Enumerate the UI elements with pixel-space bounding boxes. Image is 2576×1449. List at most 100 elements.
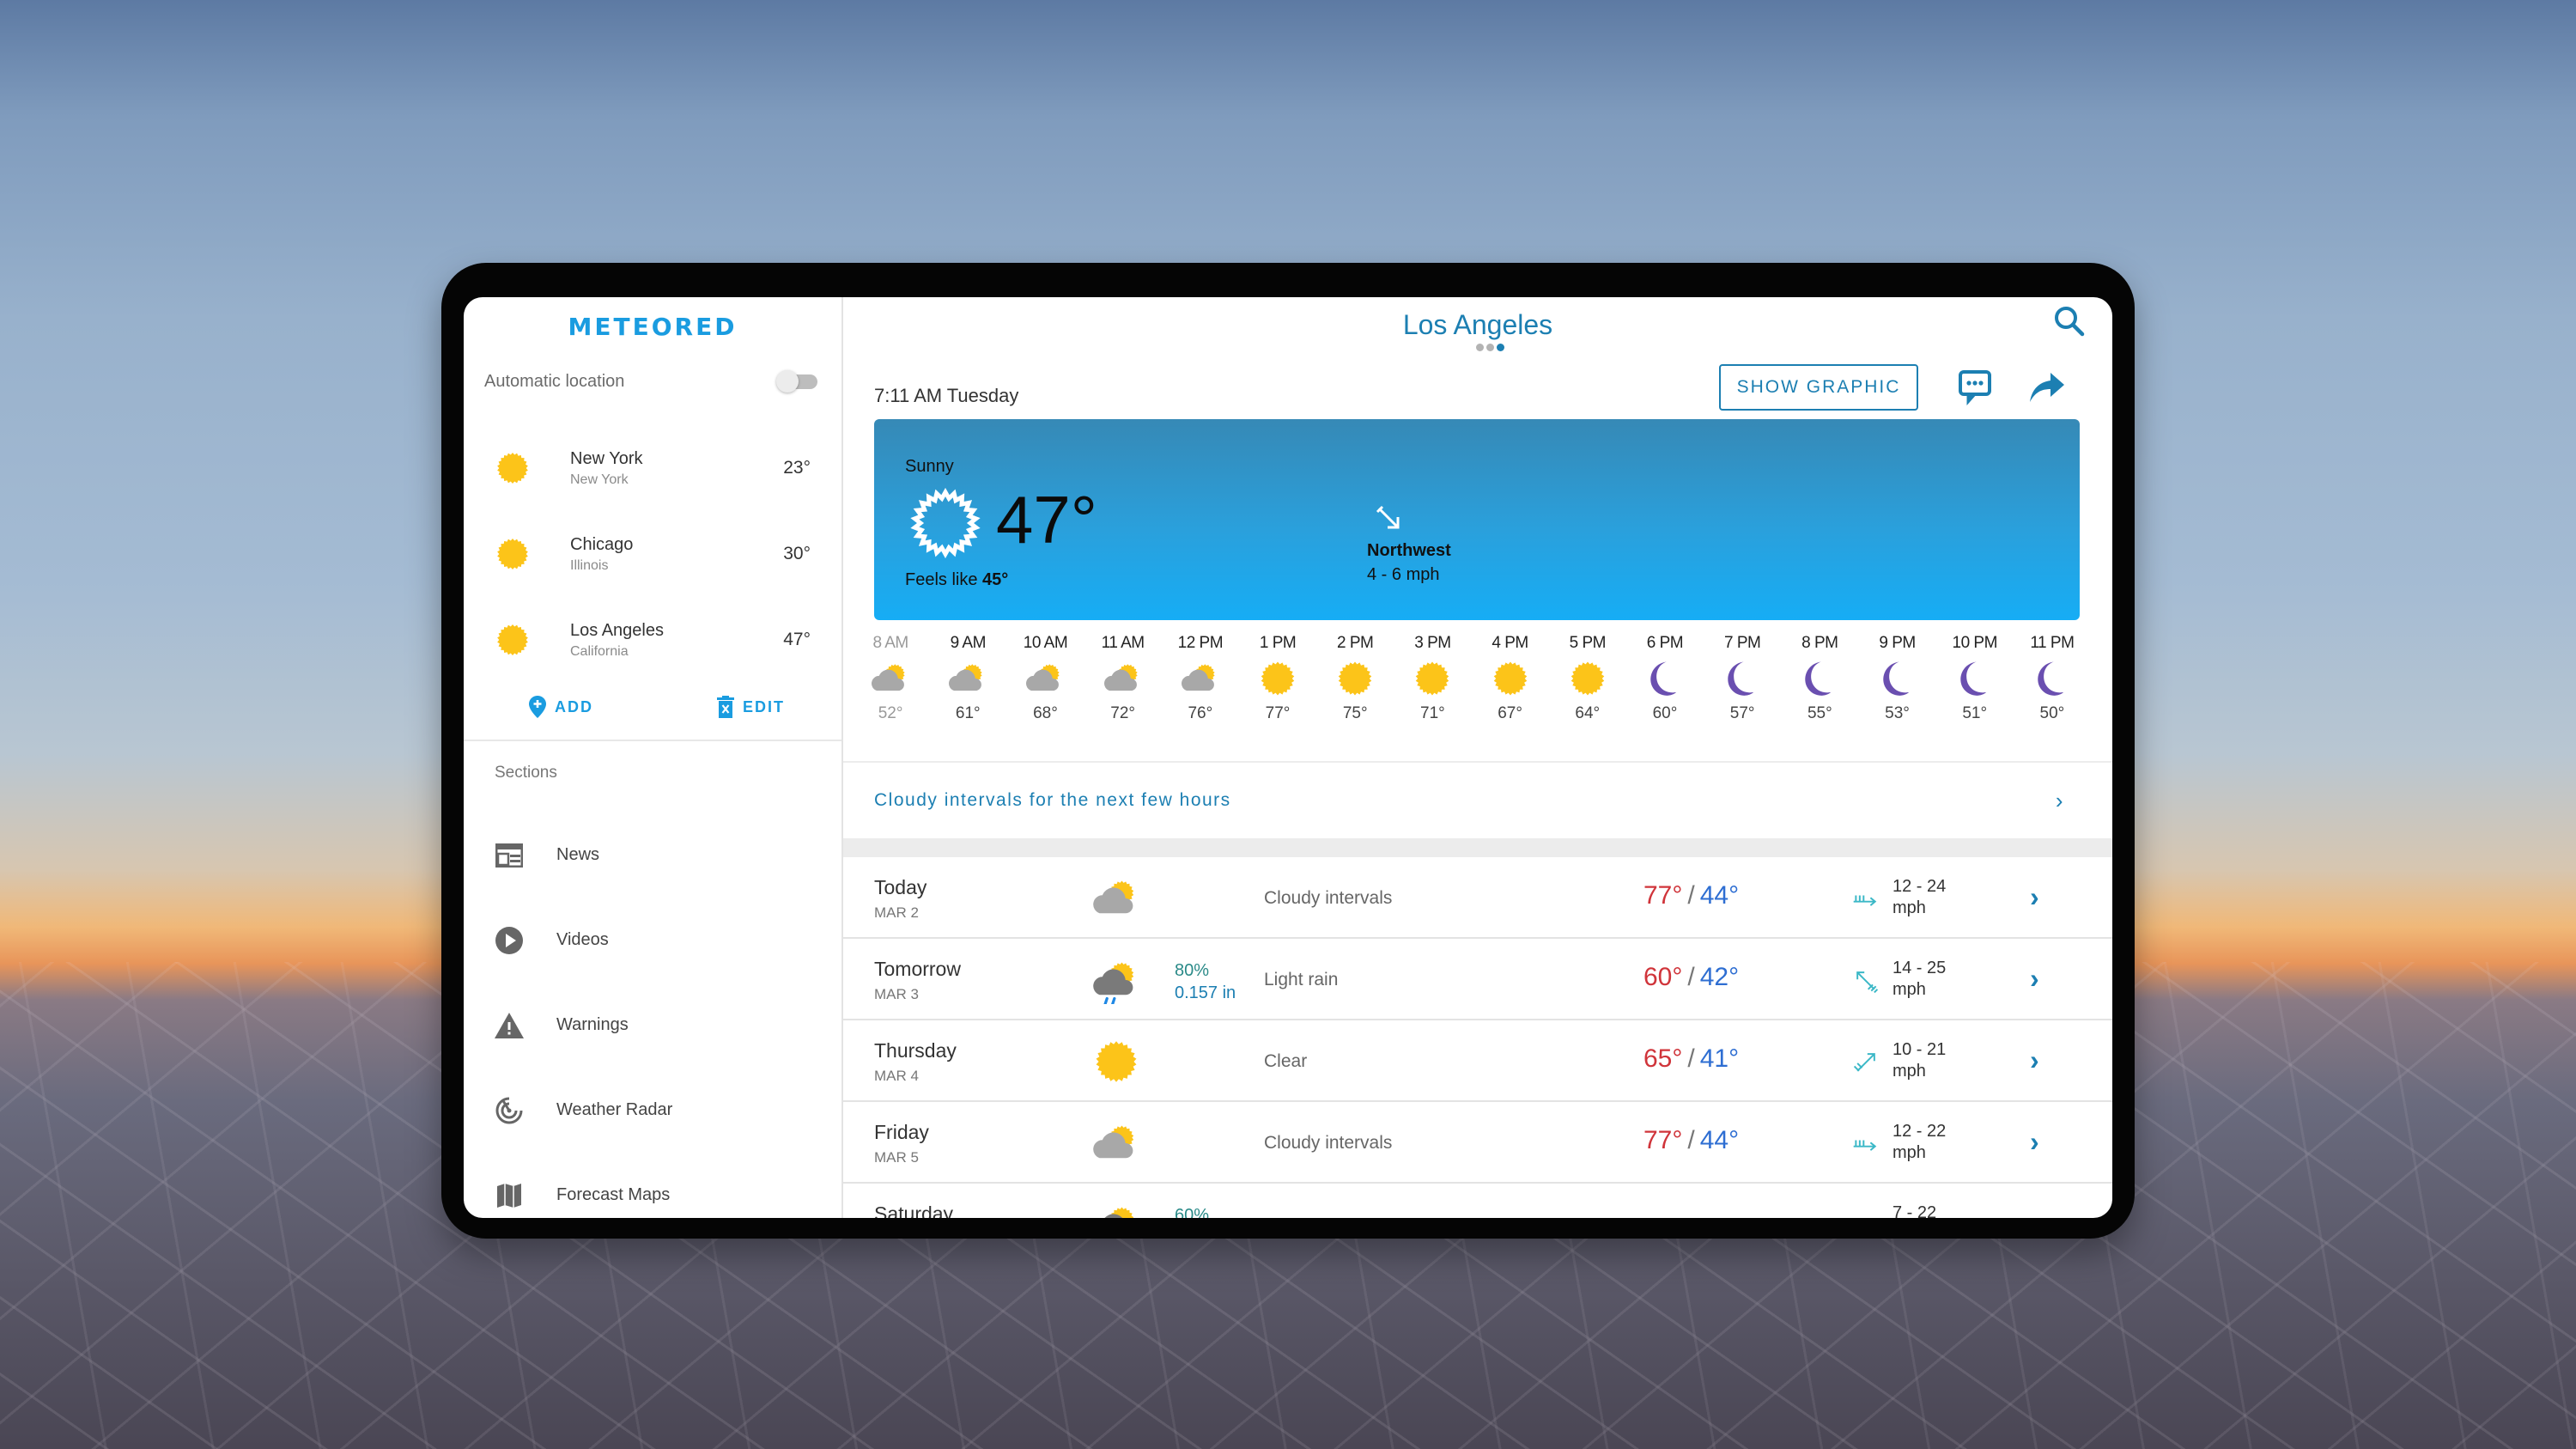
rain-cloud-sun-icon (1093, 962, 1134, 1006)
current-temperature: 47° (996, 482, 1097, 557)
hourly-forecast-strip[interactable]: 8 AM 52° 9 AM 61° 10 AM 68° 11 AM 72° 12 PM 76° 1 … (852, 634, 2097, 737)
hour-icon (1858, 656, 1935, 701)
day-weather-icon (1092, 1038, 1140, 1086)
moon-icon (2038, 661, 2064, 696)
hour-label: 9 AM (950, 634, 987, 652)
sun-outline-icon (910, 488, 981, 558)
location-item-los-angeles[interactable]: Los Angeles California 47° (464, 597, 841, 683)
sun-icon (1096, 1041, 1137, 1082)
page-dot-active[interactable] (1497, 344, 1504, 351)
comments-button[interactable] (1956, 368, 1994, 405)
hour-label: 6 PM (1646, 634, 1684, 652)
location-region: New York (570, 472, 629, 487)
high-temp: 77° (1643, 1126, 1683, 1154)
section-item-news[interactable]: News (464, 813, 841, 898)
cloud-sun-icon (1093, 1125, 1134, 1159)
hour-item[interactable]: 7 PM 57° (1704, 634, 1781, 737)
hour-item[interactable]: 10 AM 68° (1006, 634, 1084, 737)
hour-item[interactable]: 8 AM 52° (852, 634, 929, 737)
hour-label: 10 AM (1023, 634, 1068, 652)
moon-icon (1805, 661, 1832, 696)
hour-item[interactable]: 9 AM 61° (929, 634, 1006, 737)
sun-icon (1338, 661, 1372, 696)
section-item-forecast-maps[interactable]: Forecast Maps (464, 1153, 841, 1218)
hour-icon (852, 656, 929, 701)
hour-item[interactable]: 4 PM 67° (1472, 634, 1549, 737)
chat-icon (1959, 370, 1991, 405)
precipitation: 80% 0.157 in (1175, 959, 1236, 1004)
day-weather-icon (1092, 1201, 1140, 1218)
day-name: Friday (874, 1121, 929, 1143)
moon-icon (1728, 661, 1754, 696)
hour-label: 11 AM (1101, 634, 1145, 652)
moon-icon (1960, 661, 1986, 696)
current-conditions-card: Sunny 47° Feels like 45° Northwest 4 - 6… (874, 419, 2080, 620)
hour-item[interactable]: 8 PM 55° (1781, 634, 1858, 737)
daily-row[interactable]: Friday MAR 5 Cloudy intervals 77°/44° 12 - 2… (843, 1102, 2112, 1184)
forecast-summary-link[interactable]: Cloudy intervals for the next few hours … (843, 761, 2112, 838)
section-item-weather-radar[interactable]: Weather Radar (464, 1068, 841, 1153)
wind-range: 14 - 25 (1893, 959, 1947, 977)
feels-like-value: 45° (982, 570, 1009, 589)
low-temp: 41° (1699, 1044, 1740, 1073)
wind-speed-range: 14 - 25 mph (1893, 958, 1946, 1001)
page-dot[interactable] (1486, 344, 1494, 351)
app-screen: METEORED Automatic location New York New… (464, 297, 2112, 1218)
wind-icon (1850, 966, 1882, 995)
cloud-sun-icon (872, 664, 905, 691)
share-button[interactable] (2028, 368, 2066, 405)
precip-probability: 60% (1175, 1206, 1210, 1218)
hour-item[interactable]: 1 PM 77° (1239, 634, 1316, 737)
hour-item[interactable]: 12 PM 76° (1162, 634, 1239, 737)
temp-separator: / (1687, 881, 1695, 910)
rain-cloud-sun-icon (1104, 1207, 1134, 1218)
daily-row[interactable]: Today MAR 2 Cloudy intervals 77°/44° 12 - 24… (843, 857, 2112, 939)
hour-temp: 71° (1420, 704, 1445, 722)
hour-label: 2 PM (1337, 634, 1374, 652)
cloud-sun-icon (1026, 664, 1060, 691)
automatic-location-toggle[interactable] (776, 370, 817, 393)
day-condition: Clear (1264, 1051, 1308, 1071)
hour-icon (1626, 656, 1704, 701)
precip-amount: 0.157 in (1175, 983, 1236, 1002)
sun-icon (497, 452, 528, 484)
hour-item[interactable]: 3 PM 71° (1394, 634, 1471, 737)
hour-item[interactable]: 5 PM 64° (1549, 634, 1626, 737)
edit-locations-button[interactable]: EDIT (716, 696, 785, 718)
wind-unit: mph (1893, 980, 1926, 999)
hour-label: 10 PM (1952, 634, 1998, 652)
play-icon (495, 926, 524, 955)
daily-row[interactable]: Saturday 60% 7 - 22 (843, 1184, 2112, 1218)
location-item-chicago[interactable]: Chicago Illinois 30° (464, 511, 841, 597)
section-item-videos[interactable]: Videos (464, 898, 841, 983)
moon-icon (1650, 661, 1677, 696)
daily-row[interactable]: Thursday MAR 4 Clear 65°/41° 10 - 21 mph › (843, 1020, 2112, 1102)
section-label: Videos (556, 930, 609, 949)
day-date: MAR 3 (874, 986, 919, 1002)
wind-speed-range: 12 - 24 mph (1893, 876, 1946, 919)
add-location-button[interactable]: ADD (529, 696, 593, 718)
page-dot[interactable] (1476, 344, 1484, 351)
hour-item[interactable]: 11 AM 72° (1084, 634, 1162, 737)
hour-item[interactable]: 6 PM 60° (1626, 634, 1704, 737)
section-item-warnings[interactable]: Warnings (464, 983, 841, 1068)
day-condition: Light rain (1264, 970, 1339, 989)
daily-row[interactable]: Tomorrow MAR 3 80% 0.157 in Light rain 60°/42… (843, 939, 2112, 1020)
show-graphic-button[interactable]: SHOW GRAPHIC (1719, 364, 1918, 411)
wind-northeast-icon (1853, 1053, 1875, 1072)
feels-like: Feels like 45° (905, 570, 1008, 590)
sections-list: News Videos Warnings Weather Radar Forec… (464, 813, 841, 1218)
wind-range: 10 - 21 (1893, 1040, 1947, 1059)
low-temp: 44° (1699, 881, 1740, 910)
hour-icon (1936, 656, 2014, 701)
cloud-sun-icon (949, 664, 982, 691)
share-arrow-icon (2030, 373, 2064, 402)
hour-item[interactable]: 2 PM 75° (1316, 634, 1394, 737)
location-item-new-york[interactable]: New York New York 23° (464, 425, 841, 511)
sun-icon (1571, 661, 1605, 696)
hour-item[interactable]: 9 PM 53° (1858, 634, 1935, 737)
hour-item[interactable]: 10 PM 51° (1936, 634, 2014, 737)
search-button[interactable] (2052, 304, 2087, 338)
location-city: New York (570, 448, 643, 468)
hour-item[interactable]: 11 PM 50° (2014, 634, 2091, 737)
